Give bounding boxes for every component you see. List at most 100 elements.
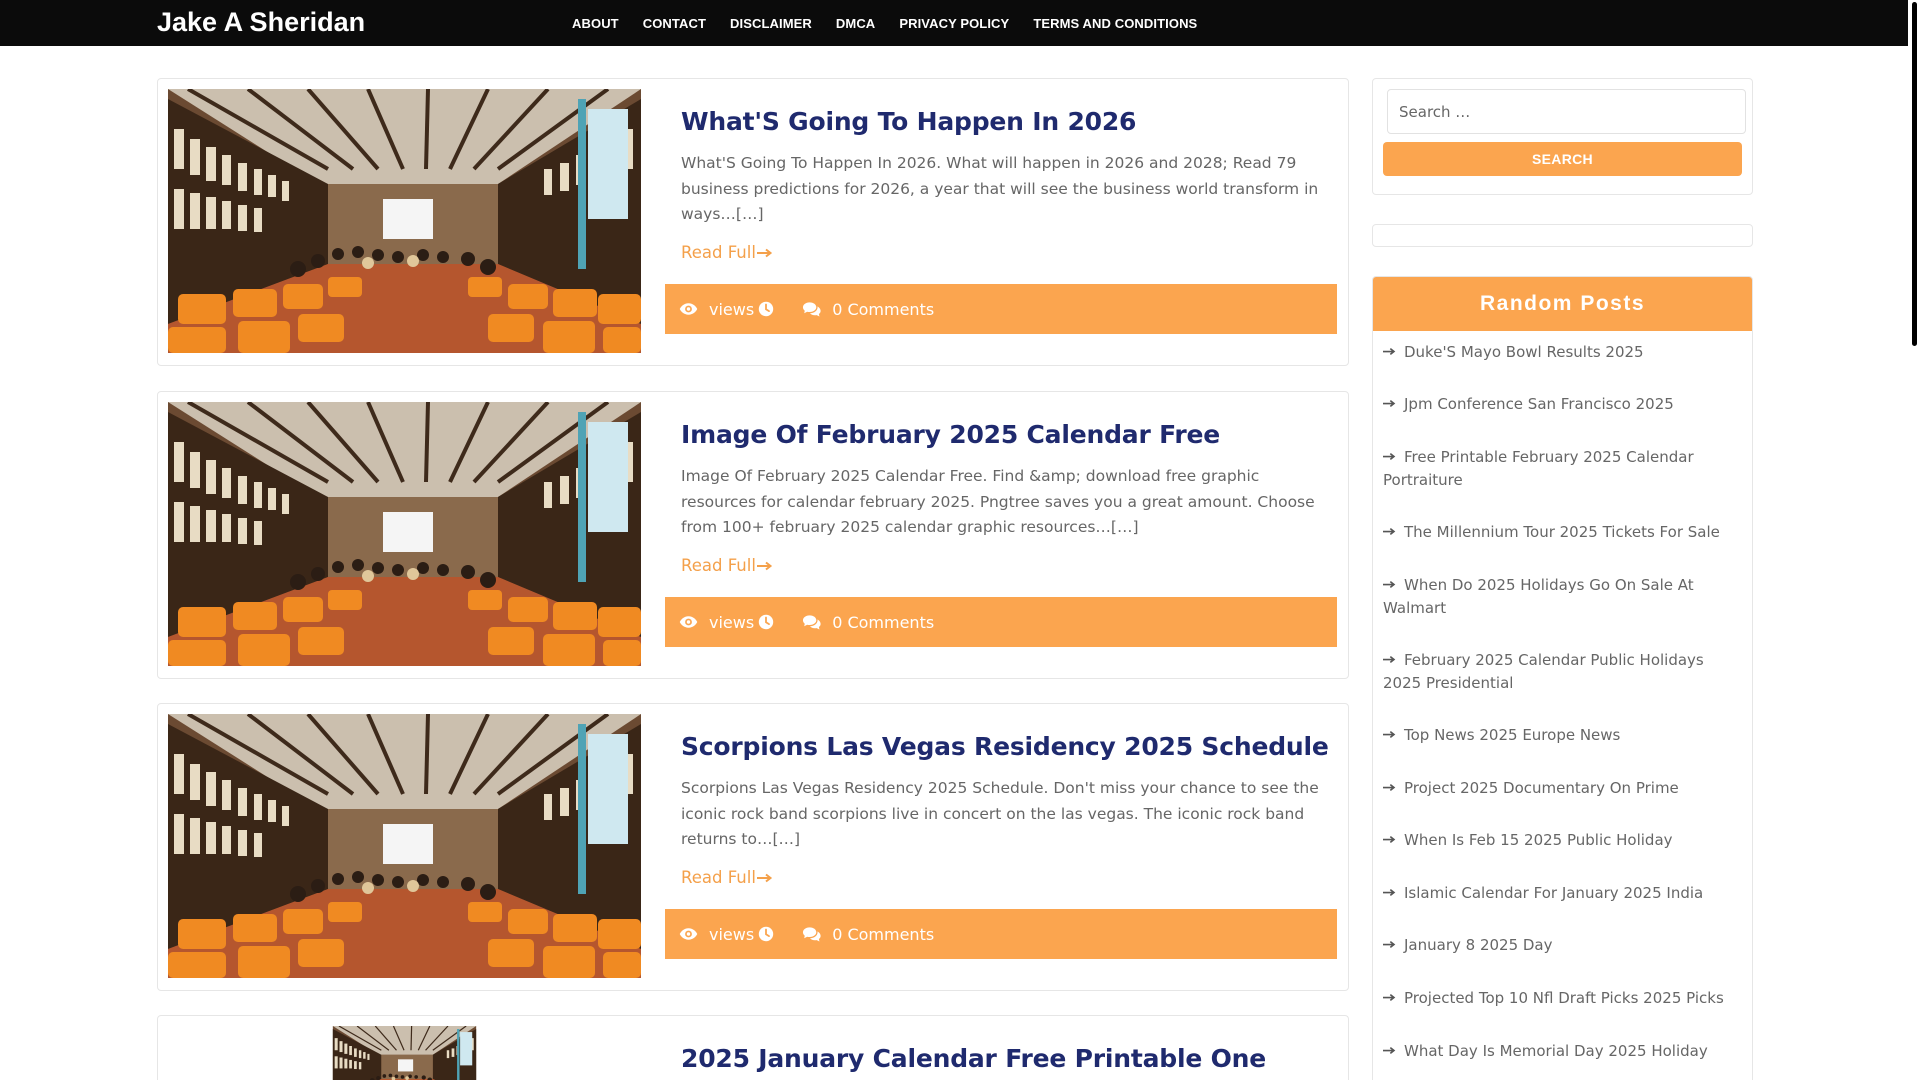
arrow-right-icon: [1383, 580, 1396, 589]
post-excerpt: Image Of February 2025 Calendar Free. Fi…: [681, 467, 1315, 536]
random-post-link[interactable]: When Do 2025 Holidays Go On Sale At Walm…: [1383, 574, 1739, 620]
random-post-label: January 8 2025 Day: [1404, 936, 1553, 954]
comments-icon: [802, 926, 823, 942]
views-label: views: [709, 299, 755, 319]
read-full-link[interactable]: Read Full: [681, 556, 773, 575]
arrow-right-icon: [1383, 940, 1396, 949]
views-meta: views: [679, 300, 774, 319]
comments-meta[interactable]: 0 Comments: [802, 925, 934, 944]
arrow-right-icon: [1383, 347, 1396, 356]
random-post-label: Free Printable February 2025 Calendar Po…: [1383, 448, 1694, 489]
comments-icon: [802, 614, 823, 630]
arrow-right-icon: [1383, 399, 1396, 408]
random-post-label: February 2025 Calendar Public Holidays 2…: [1383, 651, 1704, 692]
arrow-right-icon: [1383, 888, 1396, 897]
nav-link-terms-and-conditions[interactable]: TERMS AND CONDITIONS: [1033, 16, 1197, 31]
scrollbar-thumb[interactable]: [1912, 2, 1917, 346]
clock-icon: [758, 301, 774, 317]
random-posts-widget: Random Posts Duke'S Mayo Bowl Results 20…: [1372, 276, 1753, 1080]
nav-link-contact[interactable]: CONTACT: [643, 16, 706, 31]
random-post-link[interactable]: Projected Top 10 Nfl Draft Picks 2025 Pi…: [1383, 987, 1739, 1010]
post-excerpt: What'S Going To Happen In 2026. What wil…: [681, 154, 1319, 223]
top-navigation-bar: Jake A Sheridan ABOUT CONTACT DISCLAIMER…: [0, 0, 1908, 46]
read-full-label: Read Full: [681, 243, 756, 262]
comments-meta[interactable]: 0 Comments: [802, 613, 934, 632]
page-scrollbar[interactable]: [1908, 0, 1920, 1080]
random-post-link[interactable]: Duke'S Mayo Bowl Results 2025: [1383, 341, 1739, 364]
random-post-label: The Millennium Tour 2025 Tickets For Sal…: [1404, 523, 1720, 541]
arrow-right-icon: [1383, 730, 1396, 739]
post-thumbnail-image[interactable]: [168, 714, 641, 978]
random-post-link[interactable]: What Day Is Memorial Day 2025 Holiday: [1383, 1040, 1739, 1063]
post-thumbnail-image[interactable]: [168, 402, 641, 666]
post-card: 2025 January Calendar Free Printable One…: [157, 1015, 1349, 1080]
arrow-right-icon: [1383, 527, 1396, 536]
nav-link-dmca[interactable]: DMCA: [836, 16, 875, 31]
comments-meta[interactable]: 0 Comments: [802, 300, 934, 319]
comments-count[interactable]: 0 Comments: [832, 925, 934, 944]
post-title[interactable]: 2025 January Calendar Free Printable One…: [681, 1042, 1341, 1080]
arrow-right-icon: [1383, 452, 1396, 461]
post-title[interactable]: Scorpions Las Vegas Residency 2025 Sched…: [681, 730, 1331, 764]
random-post-link[interactable]: The Millennium Tour 2025 Tickets For Sal…: [1383, 521, 1739, 544]
post-thumbnail-image[interactable]: [168, 1026, 641, 1080]
random-post-label: When Do 2025 Holidays Go On Sale At Walm…: [1383, 576, 1694, 617]
arrow-right-icon: [1383, 1046, 1396, 1055]
search-button[interactable]: SEARCH: [1383, 142, 1742, 176]
clock-icon: [758, 614, 774, 630]
random-post-link[interactable]: January 8 2025 Day: [1383, 934, 1739, 957]
views-meta: views: [679, 925, 774, 944]
read-full-link[interactable]: Read Full: [681, 243, 773, 262]
arrow-right-icon: [1383, 835, 1396, 844]
clock-icon: [758, 926, 774, 942]
read-full-label: Read Full: [681, 868, 756, 887]
post-card: Scorpions Las Vegas Residency 2025 Sched…: [157, 703, 1349, 991]
nav-link-about[interactable]: ABOUT: [572, 16, 619, 31]
comments-count[interactable]: 0 Comments: [832, 300, 934, 319]
post-card: What'S Going To Happen In 2026 What'S Go…: [157, 78, 1349, 366]
eye-icon: [679, 302, 698, 316]
post-card: Image Of February 2025 Calendar Free Ima…: [157, 391, 1349, 679]
random-post-link[interactable]: Jpm Conference San Francisco 2025: [1383, 393, 1739, 416]
random-post-link[interactable]: Project 2025 Documentary On Prime: [1383, 777, 1739, 800]
arrow-right-icon: [1383, 655, 1396, 664]
arrow-right-icon: [1383, 783, 1396, 792]
random-post-label: Top News 2025 Europe News: [1404, 726, 1621, 744]
random-post-link[interactable]: February 2025 Calendar Public Holidays 2…: [1383, 649, 1739, 695]
views-meta: views: [679, 613, 774, 632]
empty-widget: [1372, 224, 1753, 247]
arrow-right-icon: [757, 248, 773, 258]
search-input[interactable]: [1387, 89, 1746, 134]
arrow-right-icon: [1383, 993, 1396, 1002]
random-post-link[interactable]: Top News 2025 Europe News: [1383, 724, 1739, 747]
site-title[interactable]: Jake A Sheridan: [157, 7, 365, 38]
post-meta-bar: views 0 Comments: [665, 284, 1337, 334]
comments-count[interactable]: 0 Comments: [832, 613, 934, 632]
random-post-link[interactable]: Islamic Calendar For January 2025 India: [1383, 882, 1739, 905]
eye-icon: [679, 927, 698, 941]
post-title[interactable]: What'S Going To Happen In 2026: [681, 105, 1331, 139]
nav-link-privacy-policy[interactable]: PRIVACY POLICY: [899, 16, 1009, 31]
main-menu: ABOUT CONTACT DISCLAIMER DMCA PRIVACY PO…: [572, 0, 1221, 46]
eye-icon: [679, 615, 698, 629]
post-thumbnail-image[interactable]: [168, 89, 641, 353]
random-post-link[interactable]: When Is Feb 15 2025 Public Holiday: [1383, 829, 1739, 852]
post-title[interactable]: Image Of February 2025 Calendar Free: [681, 418, 1331, 452]
arrow-right-icon: [757, 561, 773, 571]
random-post-label: When Is Feb 15 2025 Public Holiday: [1404, 831, 1673, 849]
views-label: views: [709, 924, 755, 944]
post-meta-bar: views 0 Comments: [665, 909, 1337, 959]
random-post-label: Islamic Calendar For January 2025 India: [1404, 884, 1704, 902]
read-full-link[interactable]: Read Full: [681, 868, 773, 887]
random-post-label: Jpm Conference San Francisco 2025: [1404, 395, 1674, 413]
post-excerpt: Scorpions Las Vegas Residency 2025 Sched…: [681, 779, 1319, 848]
random-post-label: Duke'S Mayo Bowl Results 2025: [1404, 343, 1644, 361]
random-post-label: Project 2025 Documentary On Prime: [1404, 779, 1679, 797]
search-widget: SEARCH: [1372, 78, 1753, 195]
random-posts-heading: Random Posts: [1373, 277, 1752, 331]
nav-link-disclaimer[interactable]: DISCLAIMER: [730, 16, 812, 31]
random-post-label: What Day Is Memorial Day 2025 Holiday: [1404, 1042, 1708, 1060]
arrow-right-icon: [757, 873, 773, 883]
comments-icon: [802, 301, 823, 317]
random-post-link[interactable]: Free Printable February 2025 Calendar Po…: [1383, 446, 1739, 492]
